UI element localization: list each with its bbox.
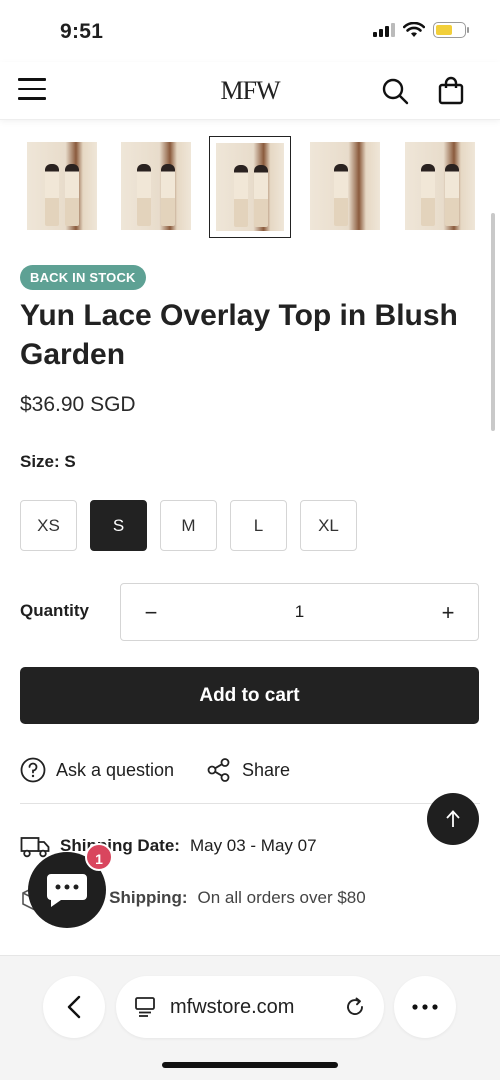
chat-notification-badge: 1 bbox=[85, 843, 113, 871]
product-thumbnail-active[interactable] bbox=[209, 136, 291, 238]
add-to-cart-button[interactable]: Add to cart bbox=[20, 667, 479, 724]
reader-mode-icon[interactable] bbox=[134, 996, 156, 1018]
back-in-stock-badge: BACK IN STOCK bbox=[20, 265, 146, 290]
share-label: Share bbox=[242, 759, 291, 780]
size-option-l[interactable]: L bbox=[230, 500, 287, 551]
shopping-bag-icon[interactable] bbox=[436, 76, 466, 106]
status-time: 9:51 bbox=[60, 20, 104, 43]
reload-icon[interactable] bbox=[344, 996, 366, 1018]
size-options: XS S M L XL bbox=[20, 500, 357, 551]
browser-back-button[interactable] bbox=[43, 976, 105, 1038]
product-thumbnail[interactable] bbox=[27, 142, 97, 230]
section-divider bbox=[20, 803, 480, 804]
local-shipping-value: On all orders over $80 bbox=[197, 888, 366, 907]
product-title: Yun Lace Overlay Top in Blush Garden bbox=[20, 299, 458, 371]
size-option-s[interactable]: S bbox=[90, 500, 147, 551]
size-label: Size: S bbox=[20, 452, 76, 472]
size-option-xl[interactable]: XL bbox=[300, 500, 357, 551]
quantity-decrease-button[interactable]: − bbox=[136, 598, 166, 628]
size-option-m[interactable]: M bbox=[160, 500, 217, 551]
product-thumbnail[interactable] bbox=[121, 142, 191, 230]
wifi-icon bbox=[403, 22, 425, 37]
product-thumbnails bbox=[0, 136, 500, 242]
quantity-increase-button[interactable]: + bbox=[433, 598, 463, 628]
truck-icon bbox=[20, 837, 50, 858]
product-thumbnail[interactable] bbox=[405, 142, 475, 230]
ask-question-label: Ask a question bbox=[56, 759, 175, 780]
site-logo[interactable]: MFW bbox=[0, 76, 500, 106]
browser-more-button[interactable] bbox=[394, 976, 456, 1038]
page-scrollbar[interactable] bbox=[491, 213, 495, 431]
product-price: $36.90 SGD bbox=[20, 393, 136, 416]
more-dots-icon bbox=[412, 1004, 438, 1010]
address-bar[interactable]: mfwstore.com bbox=[116, 976, 384, 1038]
question-circle-icon bbox=[20, 757, 46, 783]
url-text[interactable]: mfwstore.com bbox=[170, 996, 330, 1019]
size-option-xs[interactable]: XS bbox=[20, 500, 77, 551]
size-label-text: Size: bbox=[20, 452, 60, 471]
signal-icon bbox=[373, 23, 395, 37]
arrow-up-icon bbox=[446, 810, 460, 827]
chat-bubble-icon bbox=[47, 874, 87, 907]
site-header: MFW bbox=[0, 62, 500, 120]
quantity-value[interactable]: 1 bbox=[295, 602, 304, 622]
home-indicator[interactable] bbox=[162, 1062, 338, 1068]
quantity-stepper: − 1 + bbox=[120, 583, 479, 641]
search-icon[interactable] bbox=[380, 76, 410, 106]
share-link[interactable]: Share bbox=[206, 757, 290, 783]
product-thumbnail[interactable] bbox=[310, 142, 380, 230]
chevron-left-icon bbox=[67, 995, 81, 1019]
shipping-date-value: May 03 - May 07 bbox=[189, 836, 317, 855]
scroll-to-top-button[interactable] bbox=[427, 793, 479, 845]
size-selected-value: S bbox=[64, 452, 76, 471]
status-bar: 9:51 bbox=[0, 0, 500, 60]
quantity-label: Quantity bbox=[20, 601, 89, 620]
battery-icon bbox=[433, 22, 469, 38]
ask-question-link[interactable]: Ask a question bbox=[20, 757, 174, 783]
share-icon bbox=[207, 758, 230, 782]
status-icons bbox=[373, 22, 469, 38]
